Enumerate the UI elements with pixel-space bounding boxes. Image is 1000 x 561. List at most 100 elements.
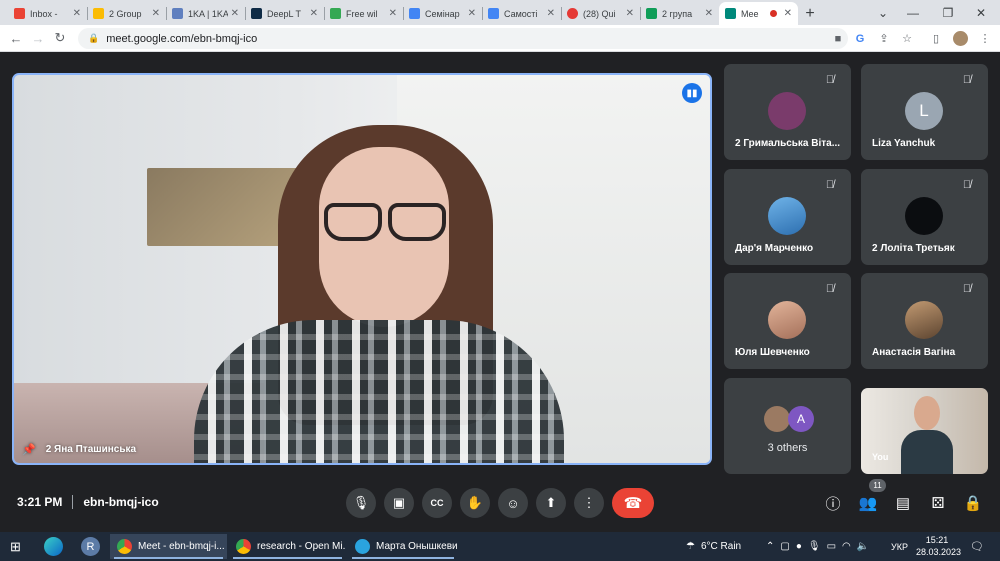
share-icon[interactable]: ⇪ bbox=[874, 28, 894, 49]
tab-inbox[interactable]: Inbox - ✕ bbox=[8, 2, 87, 25]
participant-tile[interactable]: 🎙̸ 2 Гримальська Віта... bbox=[724, 64, 851, 160]
tab-search-icon[interactable]: ⌄ bbox=[868, 0, 898, 25]
tab-samostiyna[interactable]: Самості ✕ bbox=[482, 2, 561, 25]
deepl-icon bbox=[251, 8, 262, 19]
taskbar-app-meet[interactable]: Meet - ebn-bmqj-i... bbox=[110, 534, 227, 559]
microphone-icon[interactable]: 🎙 bbox=[808, 541, 821, 552]
more-options-button[interactable]: ⋮ bbox=[574, 488, 604, 518]
close-icon[interactable]: ✕ bbox=[547, 8, 555, 19]
tab-meet[interactable]: Mee ✕ bbox=[719, 2, 798, 25]
others-tile[interactable]: A 3 others bbox=[724, 378, 851, 474]
close-window-icon[interactable]: ✕ bbox=[966, 0, 996, 25]
close-icon[interactable]: ✕ bbox=[231, 8, 239, 19]
r-app-icon[interactable]: R bbox=[81, 537, 100, 556]
close-icon[interactable]: ✕ bbox=[73, 8, 81, 19]
new-tab-button[interactable]: + bbox=[798, 2, 822, 25]
participant-tile[interactable]: 🎙̸ Юля Шевченко bbox=[724, 273, 851, 369]
notification-icon[interactable]: 🗨 bbox=[970, 532, 984, 561]
tab-2-grupa[interactable]: 2 група ✕ bbox=[640, 2, 719, 25]
docs-icon bbox=[488, 8, 499, 19]
raise-hand-button[interactable]: ✋ bbox=[460, 488, 490, 518]
mic-off-icon: 🎙̸ bbox=[962, 179, 972, 191]
url-field[interactable]: 🔒 meet.google.com/ebn-bmqj-ico bbox=[78, 28, 848, 49]
avatar bbox=[768, 92, 806, 130]
avatar: L bbox=[905, 92, 943, 130]
sidepanel-icon[interactable]: ▯ bbox=[926, 28, 946, 49]
minimize-icon[interactable]: — bbox=[898, 0, 928, 25]
chrome-icon bbox=[117, 539, 132, 554]
main-speaker-video[interactable]: ▮▮ 📌 2 Яна Пташинська bbox=[12, 73, 712, 465]
camera-in-use-icon[interactable]: ■ bbox=[828, 28, 848, 49]
close-icon[interactable]: ✕ bbox=[784, 8, 792, 19]
windows-start-icon[interactable]: ⊞ bbox=[10, 539, 21, 555]
pin-icon[interactable]: 📌 bbox=[22, 443, 36, 456]
wifi-icon[interactable]: ◠ bbox=[842, 541, 851, 552]
close-icon[interactable]: ✕ bbox=[310, 8, 318, 19]
end-call-button[interactable]: ☎ bbox=[612, 488, 654, 518]
activities-icon[interactable]: ⚄ bbox=[927, 492, 949, 514]
meet-stage: ▮▮ 📌 2 Яна Пташинська 🎙̸ 2 Гримальська В… bbox=[0, 52, 1000, 532]
present-button[interactable]: ⬆ bbox=[536, 488, 566, 518]
participant-tile[interactable]: 🎙̸ Анастасія Вагіна bbox=[861, 273, 988, 369]
info-icon[interactable]: ⓘ bbox=[822, 492, 844, 514]
captions-button[interactable]: CC bbox=[422, 488, 452, 518]
close-icon[interactable]: ✕ bbox=[626, 8, 634, 19]
host-controls-icon[interactable]: 🔒 bbox=[962, 492, 984, 514]
speaker-glasses bbox=[324, 203, 448, 243]
volume-icon[interactable]: 🔈 bbox=[857, 541, 869, 552]
drive-icon bbox=[93, 8, 104, 19]
avatar bbox=[905, 301, 943, 339]
tray-icons: ⌃ ▢ ● 🎙 ▭ ◠ 🔈 bbox=[766, 532, 869, 561]
weather-widget[interactable]: ☂ 6°C Rain bbox=[686, 532, 741, 561]
self-view-tile[interactable]: You bbox=[861, 388, 988, 474]
chat-icon[interactable]: ▤ bbox=[892, 492, 914, 514]
mic-button[interactable]: 🎙 bbox=[346, 488, 376, 518]
profile-avatar[interactable] bbox=[950, 28, 970, 49]
tab-1ka[interactable]: 1KA | 1KA ✕ bbox=[166, 2, 245, 25]
participant-tile[interactable]: 🎙̸ Дар'я Марченко bbox=[724, 169, 851, 265]
close-icon[interactable]: ✕ bbox=[468, 8, 476, 19]
speaker-shirt bbox=[194, 320, 564, 463]
tab-2-group[interactable]: 2 Group ✕ bbox=[87, 2, 166, 25]
edge-icon[interactable] bbox=[44, 537, 63, 556]
tab-quizizz[interactable]: (28) Qui ✕ bbox=[561, 2, 640, 25]
avatar bbox=[768, 197, 806, 235]
clock-time: 15:21 bbox=[925, 535, 949, 545]
taskbar-clock[interactable]: 15:21 28.03.2023 bbox=[916, 534, 962, 558]
language-indicator[interactable]: УКР bbox=[891, 532, 908, 561]
close-icon[interactable]: ✕ bbox=[389, 8, 397, 19]
chrome-icon bbox=[236, 539, 251, 554]
participant-tile[interactable]: 🎙̸ L Liza Yanchuk bbox=[861, 64, 988, 160]
taskbar-app-telegram[interactable]: Марта Онышкеви... bbox=[348, 534, 458, 559]
chevron-up-icon[interactable]: ⌃ bbox=[766, 541, 774, 552]
avatar bbox=[768, 301, 806, 339]
google-icon[interactable]: G bbox=[850, 28, 870, 49]
people-icon[interactable]: 👥 bbox=[857, 492, 879, 514]
bookmark-icon[interactable]: ☆ bbox=[897, 28, 917, 49]
clock-date: 28.03.2023 bbox=[916, 547, 962, 557]
back-icon[interactable]: ← bbox=[5, 27, 27, 49]
tray-app-icon[interactable]: ▢ bbox=[780, 541, 789, 552]
rain-icon: ☂ bbox=[686, 541, 695, 552]
people-count-badge: 11 bbox=[869, 479, 886, 492]
tab-free-will[interactable]: Free wil ✕ bbox=[324, 2, 403, 25]
taskbar-app-research[interactable]: research - Open Mi... bbox=[229, 534, 346, 559]
camera-button[interactable]: ▣ bbox=[384, 488, 414, 518]
menu-icon[interactable]: ⋮ bbox=[975, 28, 995, 49]
mic-off-icon: 🎙̸ bbox=[825, 179, 835, 191]
participant-tile[interactable]: 🎙̸ 2 Лоліта Третьяк bbox=[861, 169, 988, 265]
forward-icon[interactable]: → bbox=[27, 27, 49, 49]
meeting-time: 3:21 PM bbox=[17, 495, 63, 509]
close-icon[interactable]: ✕ bbox=[705, 8, 713, 19]
reactions-button[interactable]: ☺ bbox=[498, 488, 528, 518]
main-speaker-name: 📌 2 Яна Пташинська bbox=[22, 443, 137, 456]
network-icon[interactable]: ▭ bbox=[827, 541, 836, 552]
tab-deepl[interactable]: DeepL T ✕ bbox=[245, 2, 324, 25]
close-icon[interactable]: ✕ bbox=[152, 8, 160, 19]
mic-off-icon: 🎙̸ bbox=[962, 74, 972, 86]
tab-seminar[interactable]: Семінар ✕ bbox=[403, 2, 482, 25]
screen: Inbox - ✕ 2 Group ✕ 1KA | 1KA ✕ DeepL T ✕ F… bbox=[0, 0, 1000, 561]
restore-icon[interactable]: ❐ bbox=[933, 0, 963, 25]
tray-app-icon[interactable]: ● bbox=[796, 541, 802, 552]
reload-icon[interactable]: ↻ bbox=[49, 27, 71, 49]
